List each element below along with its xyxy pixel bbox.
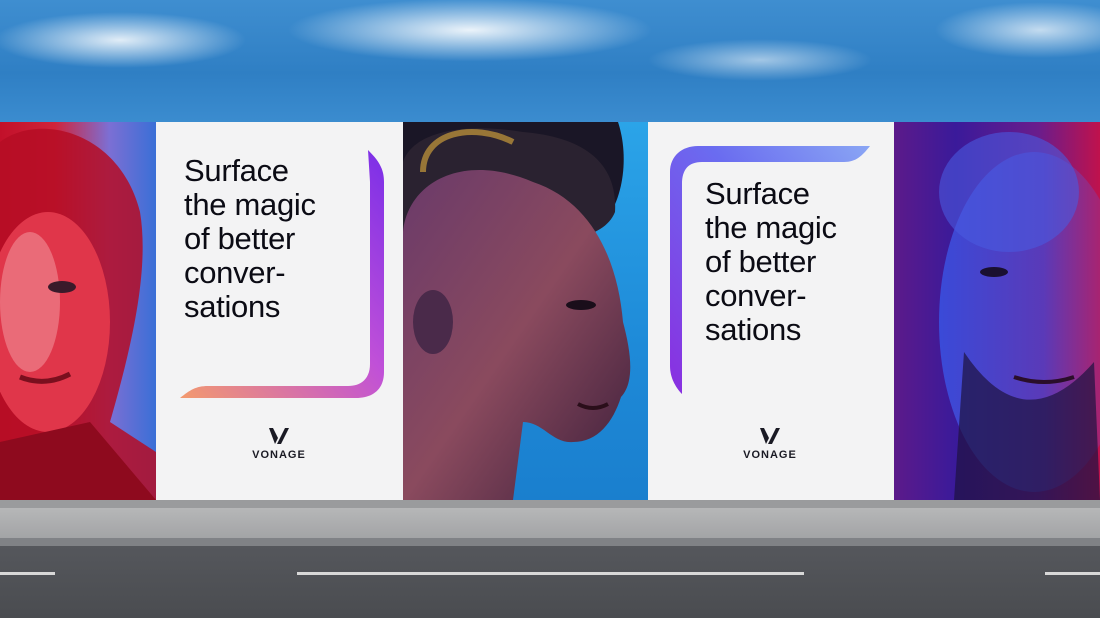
lane-marking (0, 572, 55, 575)
sidewalk (0, 508, 1100, 538)
vonage-v-icon (760, 428, 780, 444)
billboard-wall: Surface the magic of better conver- sati… (0, 122, 1100, 500)
lane-marking (297, 572, 804, 575)
brand-wordmark: VONAGE (252, 449, 306, 461)
headline-line: Surface (705, 176, 810, 211)
lane-marking (1045, 572, 1100, 575)
wall-base (0, 500, 1100, 508)
headline-line: the magic (705, 210, 837, 245)
curb (0, 538, 1100, 546)
sky-background (0, 0, 1100, 122)
headline-line: conver- (705, 278, 807, 313)
photo-panel-man (894, 122, 1100, 500)
poster-left: Surface the magic of better conver- sati… (156, 122, 403, 500)
photo-panel-woman (0, 122, 156, 500)
man-portrait (939, 132, 1100, 500)
brand-wordmark: VONAGE (743, 449, 797, 461)
headline-line: sations (705, 312, 802, 347)
photo-panel-profile (403, 122, 648, 500)
poster-headline: Surface the magic of better conver- sati… (705, 177, 885, 347)
woman-portrait (0, 128, 156, 500)
vonage-v-icon (269, 428, 289, 444)
road (0, 546, 1100, 618)
vonage-logo: VONAGE (720, 427, 820, 461)
vonage-logo: VONAGE (229, 427, 329, 461)
headline-line: of better (705, 244, 817, 279)
profile-portrait (403, 122, 631, 500)
poster-right: Surface the magic of better conver- sati… (648, 122, 894, 500)
